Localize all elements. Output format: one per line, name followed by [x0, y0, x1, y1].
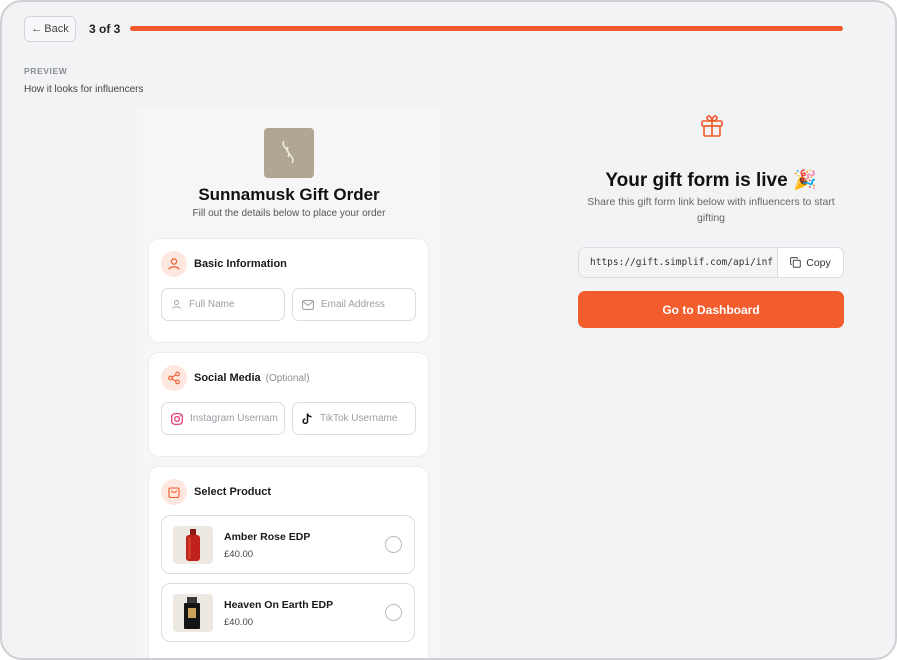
preview-label: PREVIEW [24, 66, 68, 76]
progress-bar [130, 26, 843, 31]
preview-subtitle: How it looks for influencers [24, 84, 144, 95]
back-button[interactable]: ← Back [24, 16, 76, 42]
party-popper-icon: 🎉 [792, 170, 817, 191]
select-product-card: Select Product Amber Rose EDP £40.00 Hea… [149, 467, 428, 658]
full-name-placeholder: Full Name [189, 299, 235, 310]
shopping-bag-icon [161, 479, 187, 505]
copy-button[interactable]: Copy [778, 248, 843, 277]
top-bar: ← Back 3 of 3 [24, 16, 873, 46]
card-title: Select Product [194, 486, 272, 498]
email-placeholder: Email Address [321, 299, 385, 310]
brand-logo [264, 128, 314, 178]
live-title-text: Your gift form is live [605, 170, 788, 191]
instagram-placeholder: Instagram Usernam [190, 413, 278, 424]
step-indicator: 3 of 3 [89, 22, 121, 36]
tiktok-icon [302, 413, 313, 425]
copy-label: Copy [806, 256, 831, 269]
product-option[interactable]: Heaven On Earth EDP £40.00 [161, 583, 415, 642]
email-input[interactable]: Email Address [292, 288, 416, 321]
social-media-card: Social Media (Optional) Instagram Userna… [149, 353, 428, 456]
basic-information-card: Basic Information Full Name Email Addres… [149, 239, 428, 342]
instagram-input[interactable]: Instagram Usernam [161, 402, 285, 435]
product-name: Amber Rose EDP [224, 531, 311, 543]
go-to-dashboard-button[interactable]: Go to Dashboard [578, 291, 844, 328]
share-link-input[interactable]: https://gift.simplif.com/api/inf [579, 248, 778, 277]
user-icon [161, 251, 187, 277]
card-header: Social Media (Optional) [161, 365, 310, 391]
form-subtitle: Fill out the details below to place your… [192, 208, 386, 219]
card-title: Basic Information [194, 258, 287, 270]
form-title: Sunnamusk Gift Order [198, 185, 380, 204]
instagram-icon [171, 412, 183, 425]
copy-icon [790, 257, 802, 268]
mail-icon [302, 299, 314, 310]
product-option[interactable]: Amber Rose EDP £40.00 [161, 515, 415, 574]
app-window: ← Back 3 of 3 PREVIEW How it looks for i… [0, 0, 897, 660]
gift-icon [699, 112, 725, 143]
product-radio[interactable] [385, 604, 402, 621]
tiktok-input[interactable]: TikTok Username [292, 402, 416, 435]
form-preview-panel: Sunnamusk Gift Order Fill out the detail… [137, 109, 441, 658]
full-name-input[interactable]: Full Name [161, 288, 285, 321]
back-label: Back [44, 23, 69, 35]
product-price: £40.00 [224, 549, 254, 560]
card-header: Select Product [161, 479, 271, 505]
product-image [173, 526, 213, 564]
share-icon [161, 365, 187, 391]
optional-label: (Optional) [265, 372, 310, 384]
product-name: Heaven On Earth EDP [224, 599, 334, 611]
product-image [173, 594, 213, 632]
live-description: Share this gift form link below with inf… [587, 196, 835, 224]
tiktok-placeholder: TikTok Username [320, 413, 398, 424]
product-price: £40.00 [224, 617, 254, 628]
arrow-left-icon: ← [31, 23, 43, 35]
user-icon [171, 299, 182, 310]
product-radio[interactable] [385, 536, 402, 553]
card-title: Social Media [194, 372, 261, 384]
progress-fill [130, 26, 843, 31]
live-title: Your gift form is live 🎉 [558, 168, 864, 192]
card-header: Basic Information [161, 251, 287, 277]
share-link-field: https://gift.simplif.com/api/inf Copy [578, 247, 844, 278]
